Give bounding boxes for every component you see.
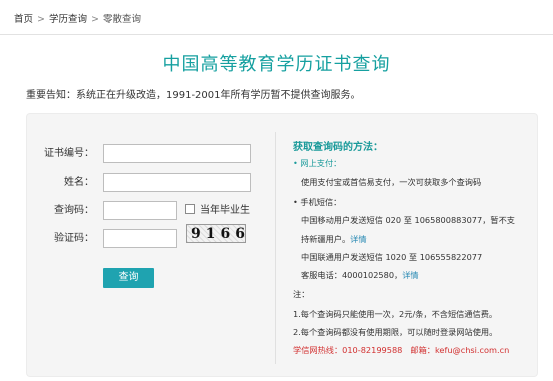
service-line: 客服电话：4000102580，详情: [301, 269, 419, 281]
mobile-sms-note: 持新疆用户。: [301, 234, 351, 244]
query-code-label: 查询码：: [54, 205, 94, 216]
important-notice: 重要告知：系统正在升级改造，1991-2001年所有学历暂不提供查询服务。: [26, 90, 361, 101]
query-code-input[interactable]: [103, 201, 177, 220]
page-title: 中国高等教育学历证书查询: [162, 54, 391, 75]
hotline-line: 学信网热线：010-82199588 邮箱：kefu@chsi.com.cn: [293, 344, 509, 356]
panel-divider: [275, 132, 276, 364]
query-submit-button[interactable]: 查询: [103, 268, 154, 288]
graduate-checkbox-label[interactable]: 当年毕业生: [200, 201, 250, 216]
captcha-label: 验证码：: [54, 233, 94, 244]
captcha-input[interactable]: [103, 229, 177, 248]
captcha-text: 9166: [191, 226, 246, 242]
mobile-sms-line-2: 持新疆用户。详情: [301, 233, 367, 245]
breadcrumb-degree-query-link[interactable]: 学历查询: [49, 14, 87, 25]
note-2: 2.每个查询码都没有使用期限，可以随时登录网站使用。: [293, 327, 498, 337]
online-pay-desc: 使用支付宝或首信易支付，一次可获取多个查询码: [301, 177, 482, 187]
help-title: 获取查询码的方法：: [293, 142, 383, 153]
service-phone: 客服电话：4000102580，: [301, 270, 403, 280]
online-pay-title: • 网上支付：: [293, 158, 342, 168]
breadcrumb-separator: >: [91, 14, 99, 25]
name-input[interactable]: [103, 173, 251, 192]
note-title: 注：: [293, 289, 310, 299]
breadcrumb-current: 零散查询: [102, 14, 141, 25]
graduate-checkbox[interactable]: [185, 204, 195, 214]
query-panel: 证书编号： 姓名： 查询码： 当年毕业生 验证码： 9166 查询 获取查询码的…: [26, 113, 538, 377]
sms-title: • 手机短信：: [293, 197, 342, 207]
hotline: 学信网热线：010-82199588: [293, 345, 403, 355]
mobile-sms-line: 中国移动用户发送短信 020 至 1065800883077，暂不支: [301, 215, 515, 225]
header-divider: [0, 34, 553, 35]
unicom-sms-line: 中国联通用户发送短信 1020 至 106555822077: [301, 252, 483, 262]
breadcrumb-separator: >: [37, 14, 45, 25]
cert-number-label: 证书编号：: [44, 148, 94, 159]
breadcrumb: 首页 > 学历查询 > 零散查询: [14, 11, 141, 25]
cert-number-input[interactable]: [103, 144, 251, 163]
mobile-details-link[interactable]: 详情: [350, 234, 366, 244]
service-details-link[interactable]: 详情: [402, 270, 418, 280]
note-1: 1.每个查询码只能使用一次，2元/条，不含短信通信费。: [293, 309, 498, 319]
support-email: 邮箱：kefu@chsi.com.cn: [410, 345, 510, 355]
breadcrumb-home-link[interactable]: 首页: [14, 14, 33, 25]
name-label: 姓名：: [64, 177, 94, 188]
captcha-image[interactable]: 9166: [186, 224, 246, 243]
